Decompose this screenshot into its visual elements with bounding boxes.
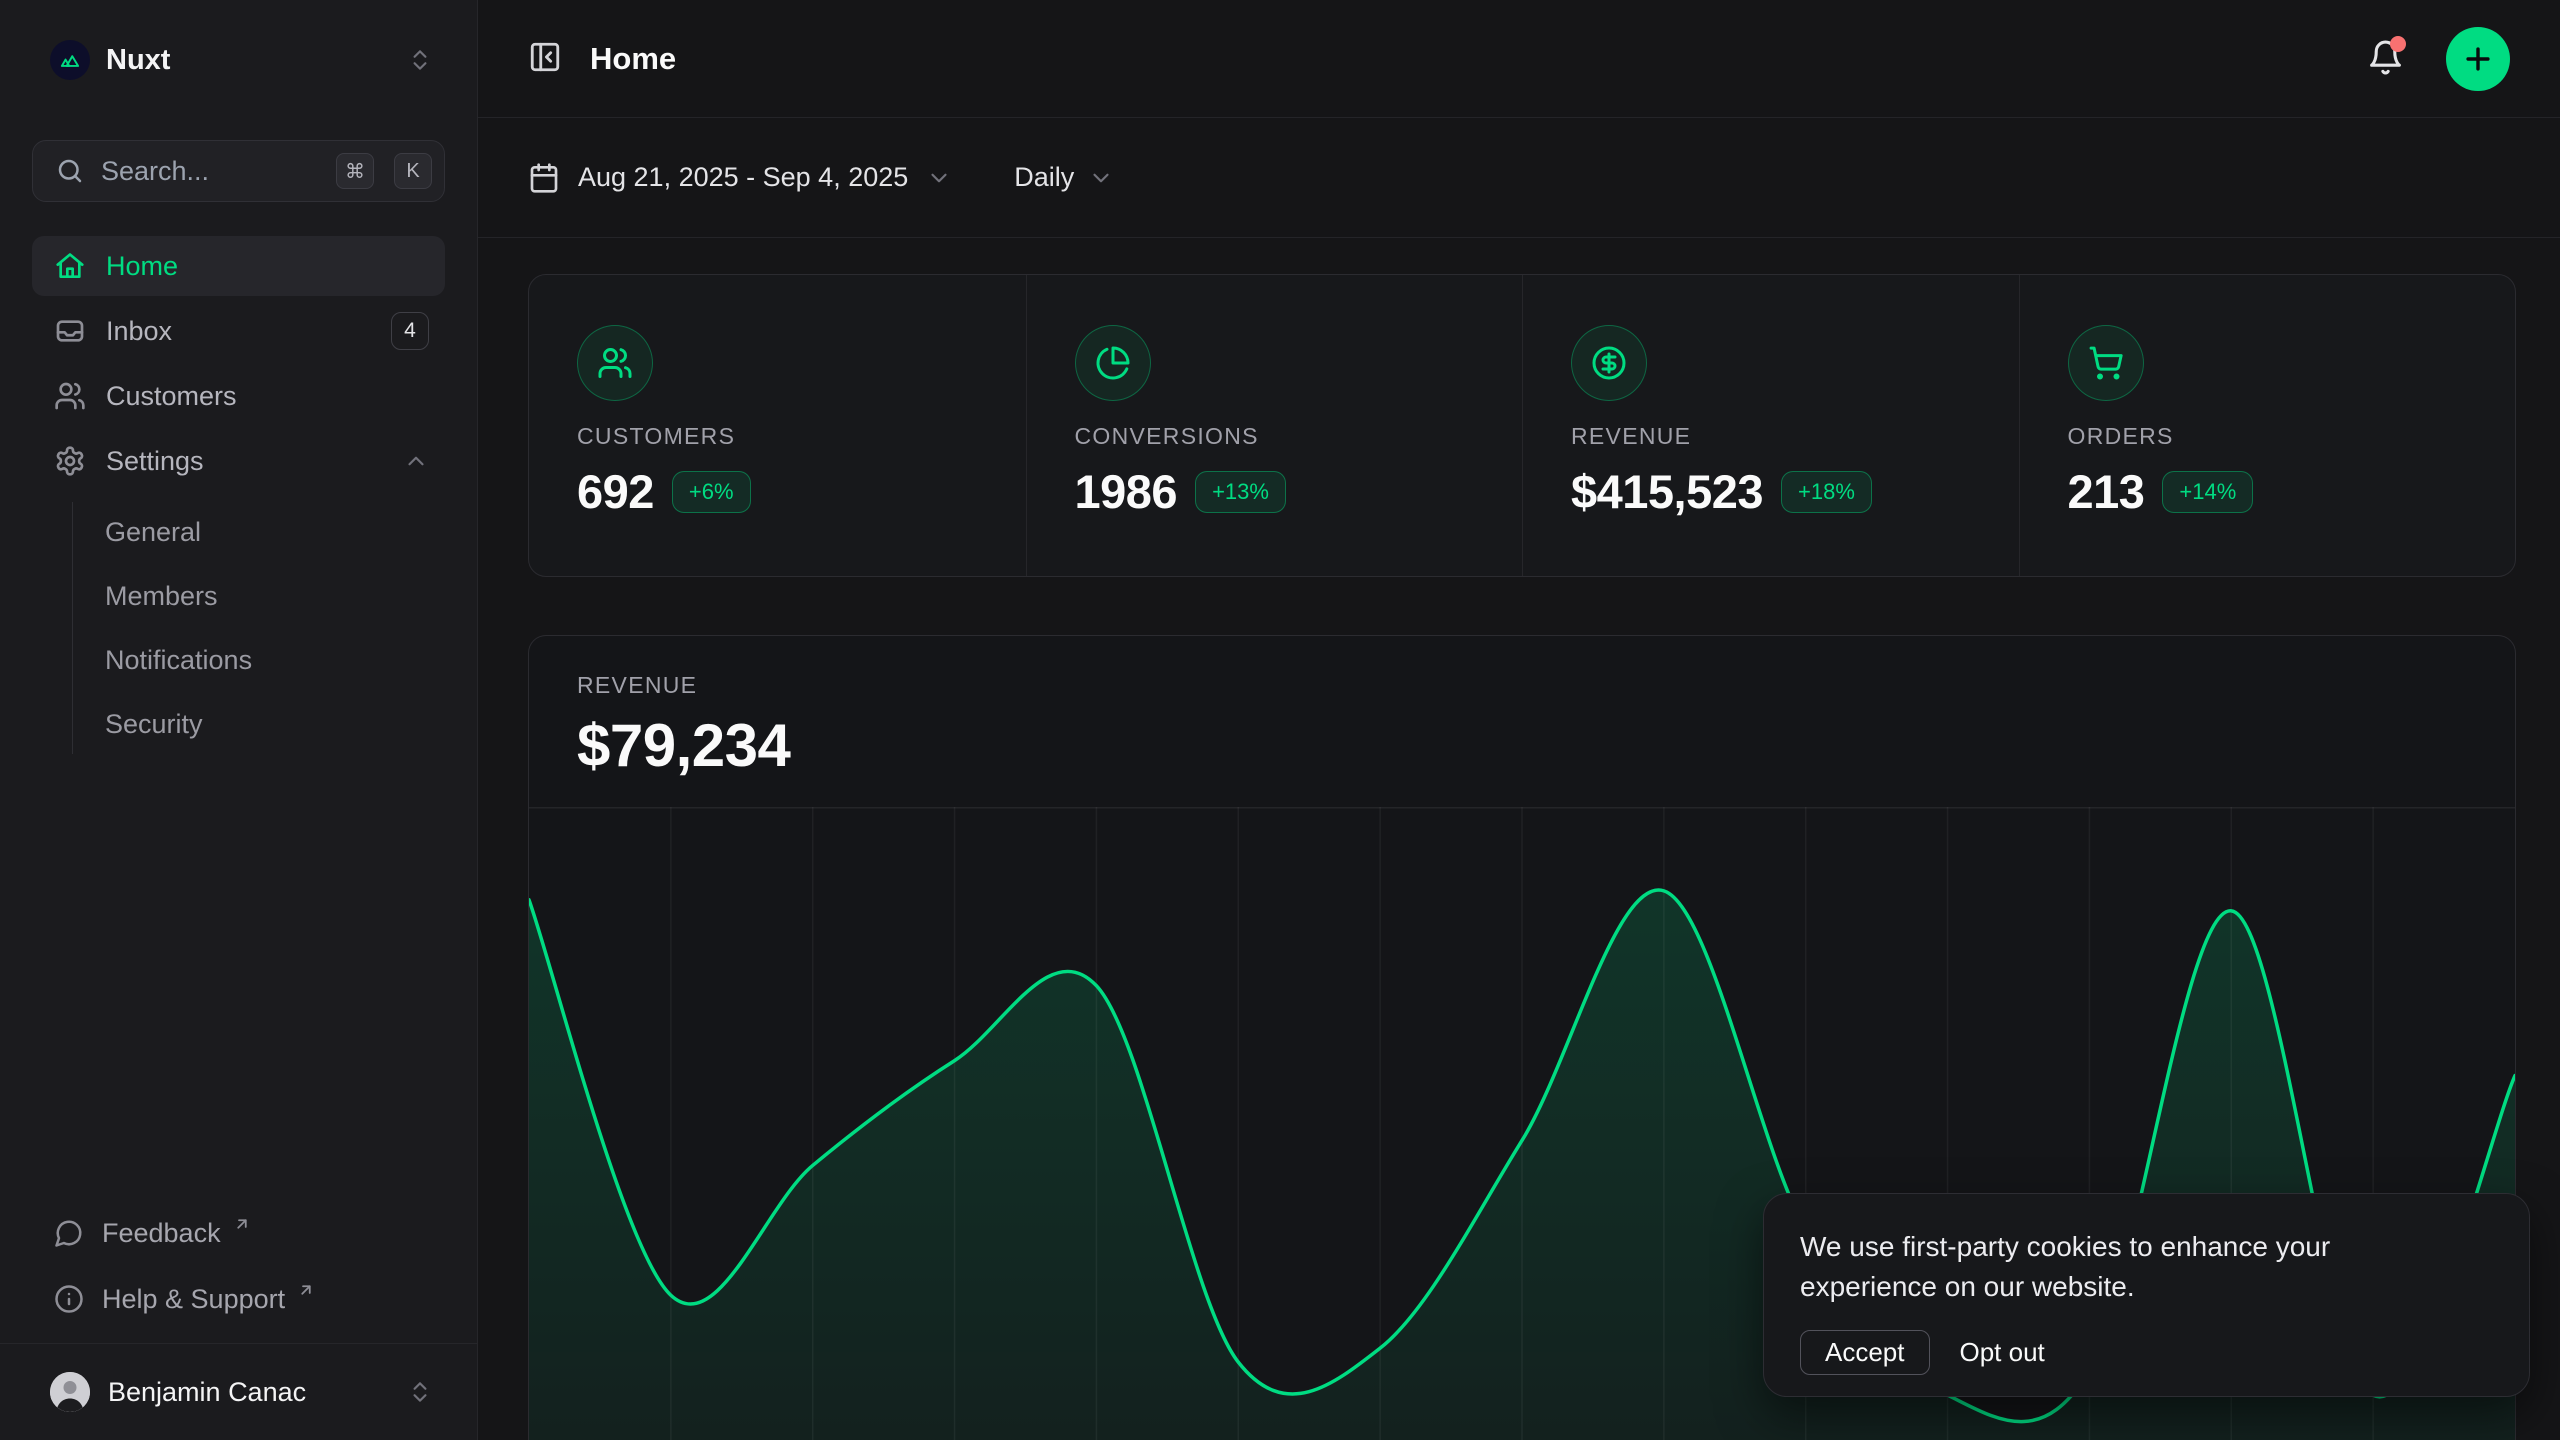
sidebar-item-label: Inbox [106, 316, 172, 347]
sidebar-nav: Home Inbox 4 Customers Setting [32, 236, 445, 754]
sidebar-subitem-members[interactable]: Members [105, 566, 445, 626]
users-icon [577, 325, 653, 401]
chevron-down-icon [926, 165, 952, 191]
revenue-chart-label: REVENUE [577, 672, 2467, 699]
accept-cookies-button[interactable]: Accept [1800, 1330, 1930, 1375]
search-placeholder: Search... [101, 156, 316, 187]
cookie-message-line1: We use first-party cookies to enhance yo… [1800, 1227, 2493, 1267]
revenue-chart-header: REVENUE $79,234 [529, 636, 2515, 780]
date-range-value: Aug 21, 2025 - Sep 4, 2025 [578, 162, 908, 193]
stat-label: REVENUE [1571, 423, 1979, 450]
chevron-up-icon [403, 448, 429, 474]
avatar [50, 1372, 90, 1412]
search-icon [55, 156, 85, 186]
users-icon [54, 380, 86, 412]
create-new-button[interactable] [2446, 27, 2510, 91]
sidebar-item-customers[interactable]: Customers [32, 366, 445, 426]
unread-indicator-dot [2390, 36, 2406, 52]
page-title: Home [590, 41, 676, 77]
user-menu[interactable]: Benjamin Canac [32, 1344, 445, 1440]
gear-icon [54, 445, 86, 477]
notifications-button[interactable] [2367, 39, 2404, 79]
workspace-switcher[interactable]: Nuxt [32, 26, 445, 94]
stat-card-revenue: REVENUE $415,523 +18% [1522, 275, 2019, 576]
stat-value: 1986 [1075, 464, 1178, 519]
stat-value: 213 [2068, 464, 2145, 519]
inbox-icon [54, 315, 86, 347]
help-support-link[interactable]: Help & Support [32, 1269, 445, 1329]
stat-label: ORDERS [2068, 423, 2476, 450]
footer-link-label: Help & Support [102, 1284, 285, 1315]
user-name: Benjamin Canac [108, 1377, 389, 1408]
stat-card-customers: CUSTOMERS 692 +6% [529, 275, 1026, 576]
stat-card-orders: ORDERS 213 +14% [2019, 275, 2516, 576]
message-bubble-icon [54, 1218, 84, 1248]
date-range-picker[interactable]: Aug 21, 2025 - Sep 4, 2025 [528, 162, 952, 194]
dollar-circle-icon [1571, 325, 1647, 401]
stat-label: CUSTOMERS [577, 423, 986, 450]
stat-label: CONVERSIONS [1075, 423, 1483, 450]
info-circle-icon [54, 1284, 84, 1314]
chevron-down-icon [1088, 165, 1114, 191]
stat-card-conversions: CONVERSIONS 1986 +13% [1026, 275, 1523, 576]
filters-toolbar: Aug 21, 2025 - Sep 4, 2025 Daily [478, 118, 2560, 238]
nuxt-logo-icon [50, 40, 90, 80]
cookie-message-line2: experience on our website. [1800, 1267, 2493, 1307]
sidebar-item-label: Settings [106, 446, 204, 477]
footer-link-label: Feedback [102, 1218, 221, 1249]
stat-value: 692 [577, 464, 654, 519]
cookie-consent-banner: We use first-party cookies to enhance yo… [1763, 1193, 2530, 1397]
stat-delta-badge: +6% [672, 471, 751, 513]
sidebar-item-label: Customers [106, 381, 237, 412]
stat-value: $415,523 [1571, 464, 1763, 519]
sidebar-item-home[interactable]: Home [32, 236, 445, 296]
stat-delta-badge: +18% [1781, 471, 1872, 513]
kbd-meta: ⌘ [336, 153, 374, 189]
sidebar-footer: Feedback Help & Support [32, 1203, 445, 1343]
pie-chart-icon [1075, 325, 1151, 401]
sidebar-item-settings[interactable]: Settings [32, 431, 445, 491]
calendar-icon [528, 162, 560, 194]
chevrons-up-down-icon [407, 47, 433, 73]
search-input[interactable]: Search... ⌘ K [32, 140, 445, 202]
house-icon [54, 250, 86, 282]
inbox-count-badge: 4 [391, 312, 429, 350]
stat-delta-badge: +13% [1195, 471, 1286, 513]
sidebar-subitem-notifications[interactable]: Notifications [105, 630, 445, 690]
panel-left-close-icon [528, 40, 562, 77]
workspace-name: Nuxt [106, 44, 391, 77]
kbd-k: K [394, 153, 432, 189]
granularity-select[interactable]: Daily [1014, 162, 1114, 193]
shopping-cart-icon [2068, 325, 2144, 401]
stat-delta-badge: +14% [2162, 471, 2253, 513]
collapse-sidebar-button[interactable] [528, 40, 562, 77]
stats-row: CUSTOMERS 692 +6% CONVERSIONS 1986 +13% [528, 274, 2516, 577]
app-root: Nuxt Search... ⌘ K Home [0, 0, 2560, 1440]
feedback-link[interactable]: Feedback [32, 1203, 445, 1263]
plus-icon [2461, 42, 2495, 76]
arrow-up-right-icon [233, 1215, 251, 1233]
sidebar: Nuxt Search... ⌘ K Home [0, 0, 478, 1440]
granularity-value: Daily [1014, 162, 1074, 193]
revenue-chart-value: $79,234 [577, 711, 2467, 780]
sidebar-item-label: Home [106, 251, 178, 282]
sidebar-item-inbox[interactable]: Inbox 4 [32, 301, 445, 361]
chevrons-up-down-icon [407, 1379, 433, 1405]
sidebar-subitem-general[interactable]: General [105, 502, 445, 562]
arrow-up-right-icon [297, 1281, 315, 1299]
sidebar-subitem-security[interactable]: Security [105, 694, 445, 754]
optout-cookies-button[interactable]: Opt out [1960, 1337, 2045, 1368]
top-bar: Home [478, 0, 2560, 118]
settings-subnav: General Members Notifications Security [72, 502, 445, 754]
